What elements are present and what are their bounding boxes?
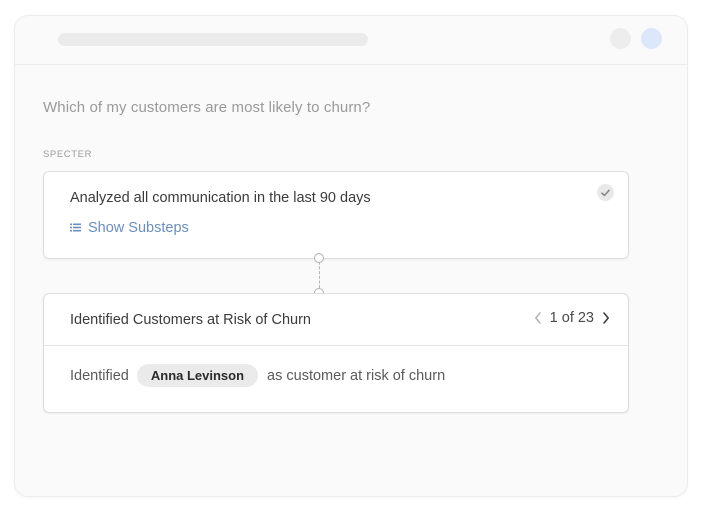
connector-node-top bbox=[314, 253, 324, 263]
check-icon bbox=[597, 184, 614, 201]
result-suffix: as customer at risk of churn bbox=[267, 367, 446, 384]
assistant-source-label: SPECTER bbox=[43, 149, 93, 160]
result-pager: 1 of 23 bbox=[534, 310, 610, 326]
show-substeps-button[interactable]: Show Substeps bbox=[70, 219, 189, 237]
window-control-dot[interactable] bbox=[610, 28, 631, 49]
chevron-right-icon[interactable] bbox=[602, 312, 610, 324]
top-bar bbox=[15, 16, 687, 65]
step-card-analysis: Analyzed all communication in the last 9… bbox=[43, 171, 629, 259]
step-title: Analyzed all communication in the last 9… bbox=[70, 190, 371, 206]
list-icon bbox=[70, 219, 81, 237]
result-row: Identified Anna Levinson as customer at … bbox=[70, 364, 445, 387]
user-question: Which of my customers are most likely to… bbox=[43, 99, 371, 116]
results-header: Identified Customers at Risk of Churn 1 … bbox=[44, 294, 628, 346]
title-placeholder-bar bbox=[58, 33, 368, 46]
step-title: Identified Customers at Risk of Churn bbox=[70, 312, 311, 328]
result-prefix: Identified bbox=[70, 367, 129, 384]
step-card-results: Identified Customers at Risk of Churn 1 … bbox=[43, 293, 629, 413]
chevron-left-icon[interactable] bbox=[534, 312, 542, 324]
show-substeps-label: Show Substeps bbox=[88, 220, 189, 236]
pager-count: 1 of 23 bbox=[549, 310, 594, 326]
user-avatar-dot[interactable] bbox=[641, 28, 662, 49]
customer-chip[interactable]: Anna Levinson bbox=[136, 364, 259, 387]
